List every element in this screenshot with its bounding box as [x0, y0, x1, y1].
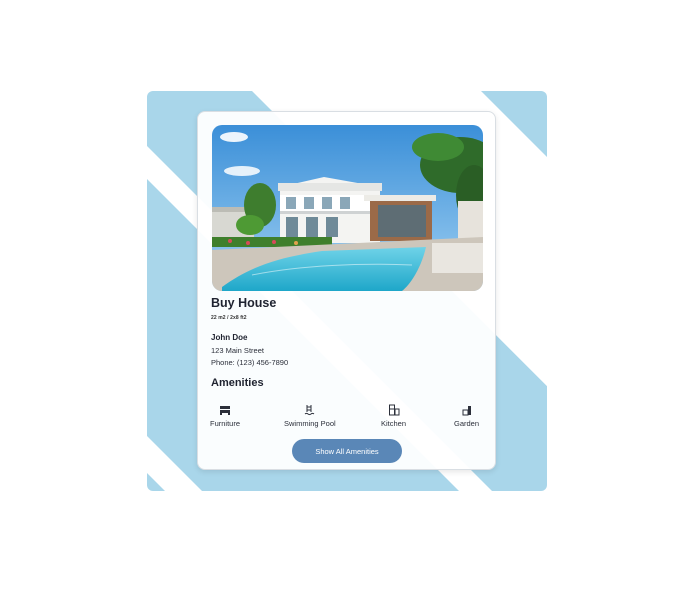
owner-name: John Doe: [211, 333, 248, 342]
page: Buy House 22 m2 / 2x8 ft2 John Doe 123 M…: [0, 0, 683, 595]
amenity-label: Furniture: [210, 419, 241, 428]
kitchen-icon: [381, 404, 406, 416]
amenity-label: Kitchen: [381, 419, 407, 428]
amenities-heading: Amenities: [211, 377, 264, 389]
amenity-kitchen[interactable]: Kitchen: [381, 404, 406, 428]
show-all-amenities-button[interactable]: Show All Amenities: [292, 439, 402, 463]
owner-phone: Phone: (123) 456-7890: [211, 358, 289, 367]
garden-icon: [454, 404, 479, 416]
property-photo: [212, 125, 483, 291]
owner-address: 123 Main Street: [211, 346, 264, 355]
swimming-pool-icon: [284, 404, 336, 416]
amenity-furniture[interactable]: Furniture: [210, 404, 240, 428]
property-card: Buy House 22 m2 / 2x8 ft2 John Doe 123 M…: [197, 111, 496, 470]
listing-title: Buy House: [211, 296, 277, 310]
amenity-garden[interactable]: Garden: [454, 404, 479, 428]
listing-size: 22 m2 / 2x8 ft2: [211, 315, 247, 321]
amenity-swimming-pool[interactable]: Swimming Pool: [284, 404, 336, 428]
sofa-icon: [210, 404, 240, 416]
amenity-label: Swimming Pool: [284, 419, 336, 428]
amenity-label: Garden: [454, 419, 480, 428]
